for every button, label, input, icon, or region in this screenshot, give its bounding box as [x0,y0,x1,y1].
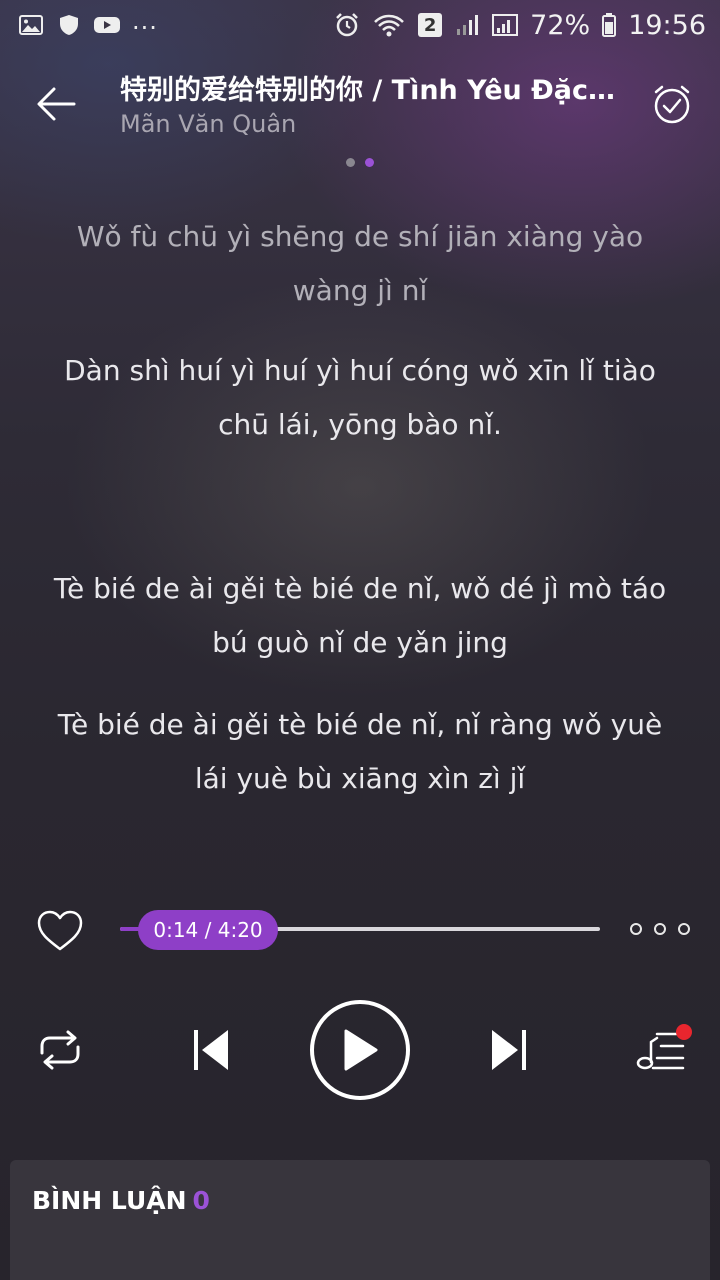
battery-percent: 72% [530,9,591,41]
page-dot-1 [346,158,355,167]
back-button[interactable] [30,82,82,126]
page-dot-2 [365,158,374,167]
comments-title: BÌNH LUẬN [32,1186,187,1215]
battery-icon [602,13,617,37]
comments-header: BÌNH LUẬN 0 [32,1186,210,1215]
song-title: 特别的爱给特别的你 / Tình Yêu Đặc Biệt Dành Cho N… [120,75,620,106]
alarm-clock-icon [334,13,360,37]
shield-icon [56,14,82,36]
arrow-left-icon [37,87,76,121]
clock: 19:56 [628,9,706,41]
notification-dot [676,1024,692,1040]
playback-controls [0,1000,720,1100]
timer-check-icon [654,85,690,124]
lyric-line: Tè bié de ài gěi tè bié de nǐ, wǒ dé jì … [53,572,667,659]
comments-count: 0 [192,1186,210,1215]
sim2-badge: 2 [418,13,443,37]
playlist-button[interactable] [628,1020,694,1080]
more-dot [678,923,690,935]
signal-icon-2 [492,14,519,36]
gallery-icon [18,14,44,36]
progress-row: 0:14 / 4:20 [0,900,720,960]
signal-icon-1 [454,14,480,36]
sleep-timer-button[interactable] [650,82,694,126]
favorite-button[interactable] [34,908,86,954]
comments-panel[interactable]: BÌNH LUẬN 0 [10,1160,710,1280]
play-icon [344,1029,378,1071]
previous-button[interactable] [186,1024,238,1076]
page-indicator [0,158,720,167]
player-header: 特别的爱给特别的你 / Tình Yêu Đặc Biệt Dành Cho N… [0,62,720,152]
play-button[interactable] [310,1000,410,1100]
artist-name[interactable]: Mãn Văn Quân [120,110,296,138]
skip-next-icon [492,1030,526,1070]
lyric-line: Tè bié de ài gěi tè bié de nǐ, nǐ ràng w… [57,708,663,795]
next-button[interactable] [482,1024,534,1076]
status-bar: ... 2 72% 19:56 [0,0,720,50]
repeat-icon [40,1030,80,1070]
heart-icon [37,910,83,951]
more-options-button[interactable] [630,916,690,942]
seek-thumb-time[interactable]: 0:14 / 4:20 [138,910,278,950]
status-more: ... [132,7,158,35]
repeat-button[interactable] [30,1024,90,1076]
youtube-icon [94,14,120,36]
wifi-icon [372,14,406,37]
more-dot [654,923,666,935]
lyric-line: Dàn shì huí yì huí yì huí cóng wǒ xīn lǐ… [64,354,656,441]
lyric-line: Wǒ fù chū yì shēng de shí jiān xiàng yào… [76,220,644,307]
skip-previous-icon [194,1030,228,1070]
more-dot [630,923,642,935]
